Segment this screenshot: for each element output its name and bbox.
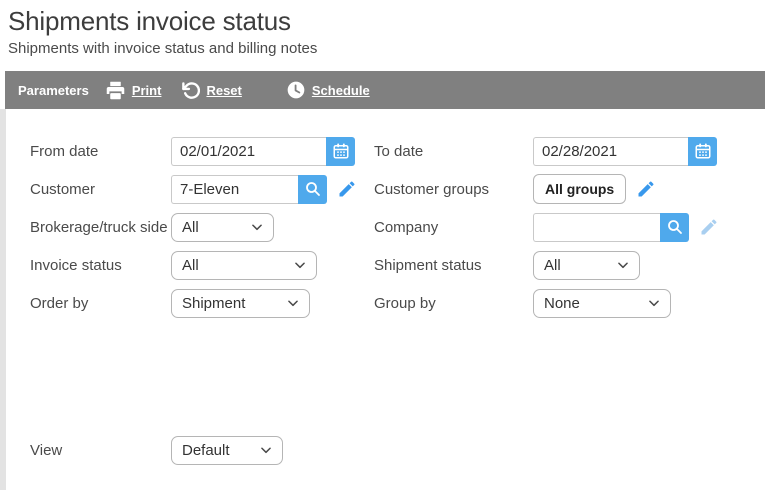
form-row-brokerage-company: Brokerage/truck side All Company xyxy=(6,208,765,246)
invoice-status-select[interactable]: All xyxy=(171,251,317,280)
customer-group xyxy=(171,175,327,204)
shipment-status-select[interactable]: All xyxy=(533,251,640,280)
shipment-status-label: Shipment status xyxy=(374,257,533,274)
invoice-status-value: All xyxy=(182,257,199,274)
from-date-group xyxy=(171,137,355,166)
search-icon xyxy=(666,218,684,236)
view-value: Default xyxy=(182,442,230,459)
shipment-status-value: All xyxy=(544,257,561,274)
form-row-customer: Customer xyxy=(6,170,765,208)
printer-icon xyxy=(105,80,126,101)
rotate-ccw-icon xyxy=(181,81,200,100)
customer-search-button[interactable] xyxy=(298,175,327,204)
parameters-form: From date xyxy=(0,109,765,490)
invoice-status-label: Invoice status xyxy=(6,257,171,274)
company-search-button[interactable] xyxy=(660,213,689,242)
customer-input[interactable] xyxy=(171,175,298,204)
to-date-group xyxy=(533,137,717,166)
customer-groups-label: Customer groups xyxy=(374,181,533,198)
brokerage-truck-side-select[interactable]: All xyxy=(171,213,274,242)
chevron-down-icon xyxy=(293,258,307,272)
company-label: Company xyxy=(374,219,533,236)
toolbar: Parameters Print Reset xyxy=(5,71,765,109)
parameters-label: Parameters xyxy=(18,83,89,98)
form-row-status: Invoice status All Shipment status All xyxy=(6,246,765,284)
order-by-label: Order by xyxy=(6,295,171,312)
group-by-label: Group by xyxy=(374,295,533,312)
from-date-input[interactable] xyxy=(171,137,326,166)
view-label: View xyxy=(6,442,171,459)
chevron-down-icon xyxy=(647,296,661,310)
to-date-calendar-button[interactable] xyxy=(688,137,717,166)
page-header: Shipments invoice status Shipments with … xyxy=(0,0,765,57)
chevron-down-icon xyxy=(259,443,273,457)
company-group xyxy=(533,213,689,242)
from-date-label: From date xyxy=(6,143,171,160)
to-date-input[interactable] xyxy=(533,137,688,166)
shipments-invoice-status-page: Shipments invoice status Shipments with … xyxy=(0,0,765,490)
schedule-label: Schedule xyxy=(312,83,370,98)
chevron-down-icon xyxy=(286,296,300,310)
page-title: Shipments invoice status xyxy=(8,6,757,37)
clock-icon xyxy=(286,80,306,100)
form-row-view: View Default xyxy=(6,431,765,469)
pencil-icon xyxy=(337,179,357,199)
form-row-ordering: Order by Shipment Group by None xyxy=(6,284,765,322)
group-by-select[interactable]: None xyxy=(533,289,671,318)
print-label: Print xyxy=(132,83,162,98)
from-date-calendar-button[interactable] xyxy=(326,137,355,166)
customer-label: Customer xyxy=(6,181,171,198)
chevron-down-icon xyxy=(616,258,630,272)
order-by-select[interactable]: Shipment xyxy=(171,289,310,318)
brokerage-truck-side-label: Brokerage/truck side xyxy=(6,219,171,236)
page-subtitle: Shipments with invoice status and billin… xyxy=(8,40,757,57)
pencil-icon xyxy=(699,217,719,237)
reset-label: Reset xyxy=(206,83,241,98)
search-icon xyxy=(304,180,322,198)
reset-button[interactable]: Reset xyxy=(181,81,241,100)
schedule-button[interactable]: Schedule xyxy=(286,80,370,100)
customer-groups-edit-button[interactable] xyxy=(636,179,656,199)
order-by-value: Shipment xyxy=(182,295,245,312)
chevron-down-icon xyxy=(250,220,264,234)
all-groups-button[interactable]: All groups xyxy=(533,174,626,204)
form-row-dates: From date xyxy=(6,132,765,170)
company-edit-button[interactable] xyxy=(699,217,719,237)
pencil-icon xyxy=(636,179,656,199)
brokerage-truck-side-value: All xyxy=(182,219,199,236)
view-select[interactable]: Default xyxy=(171,436,283,465)
print-button[interactable]: Print xyxy=(105,80,162,101)
calendar-icon xyxy=(694,142,712,160)
calendar-icon xyxy=(332,142,350,160)
to-date-label: To date xyxy=(374,143,533,160)
company-input[interactable] xyxy=(533,213,660,242)
customer-edit-button[interactable] xyxy=(337,179,357,199)
group-by-value: None xyxy=(544,295,580,312)
